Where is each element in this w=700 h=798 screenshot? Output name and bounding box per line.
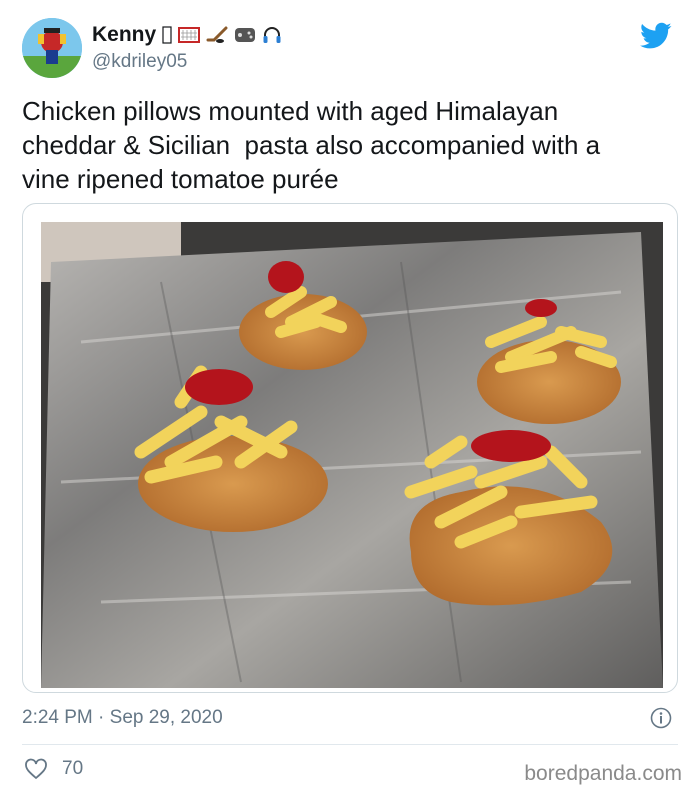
hockey-stick-icon [206, 26, 228, 43]
like-count: 70 [62, 758, 84, 779]
tweet-header: Kenny @kdriley05 [22, 16, 678, 82]
tweet-media[interactable] [22, 203, 678, 693]
user-handle[interactable]: @kdriley05 [92, 50, 282, 74]
heart-icon[interactable] [24, 758, 48, 780]
hockey-net-icon [178, 27, 201, 43]
tweet-timestamp[interactable]: 2:24 PM · Sep 29, 2020 [22, 706, 223, 730]
source-credit: boredpanda.com [524, 762, 682, 785]
like-action[interactable]: 70 [24, 758, 83, 780]
display-name[interactable]: Kenny [92, 22, 156, 48]
info-icon[interactable] [650, 707, 672, 729]
divider [22, 744, 678, 745]
game-controller-icon [235, 28, 256, 42]
headphones-icon [263, 27, 281, 43]
tweet-text: Chicken pillows mounted with aged Himala… [22, 96, 601, 194]
avatar[interactable] [22, 18, 82, 78]
box-glyph-icon [162, 26, 172, 44]
twitter-bird-icon[interactable] [640, 22, 672, 50]
food-photo[interactable] [41, 222, 663, 688]
display-name-row[interactable]: Kenny [92, 22, 282, 48]
